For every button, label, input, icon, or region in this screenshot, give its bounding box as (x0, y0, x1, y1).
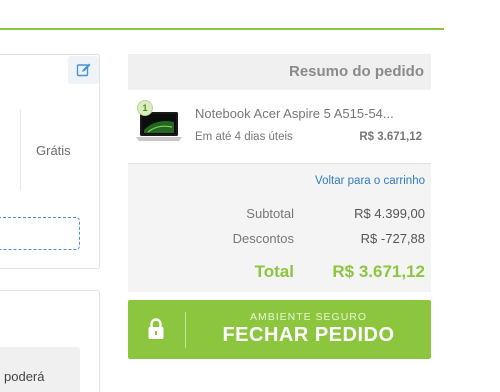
top-divider (0, 28, 444, 30)
product-name[interactable]: Notebook Acer Aspire 5 A515-54... (195, 106, 425, 121)
total-label: Total (254, 262, 294, 281)
close-order-label: FECHAR PEDIDO (222, 324, 395, 346)
secure-environment-label: AMBIENTE SEGURO (249, 311, 368, 323)
shipping-divider (20, 110, 21, 190)
product-price: R$ 3.671,12 (359, 131, 422, 143)
quantity-badge: 1 (137, 100, 153, 116)
total-value: R$ 3.671,12 (332, 262, 425, 281)
pencil-square-icon (76, 63, 90, 77)
notice-text: poderá (4, 369, 45, 384)
shipping-price: Grátis (36, 143, 71, 158)
back-to-cart-link[interactable]: Voltar para o carrinho (315, 175, 425, 187)
subtotal-value: R$ 4.399,00 (354, 206, 425, 221)
lock-icon (148, 318, 164, 339)
subtotal-label: Subtotal (246, 206, 294, 221)
discount-label: Descontos (232, 231, 294, 246)
edit-address-button[interactable] (68, 56, 99, 84)
coupon-field[interactable] (0, 217, 80, 250)
delivery-estimate: Em até 4 dias úteis (195, 131, 293, 143)
discount-value: R$ -727,88 (360, 231, 425, 246)
order-summary-title: Resumo do pedido (289, 63, 424, 80)
